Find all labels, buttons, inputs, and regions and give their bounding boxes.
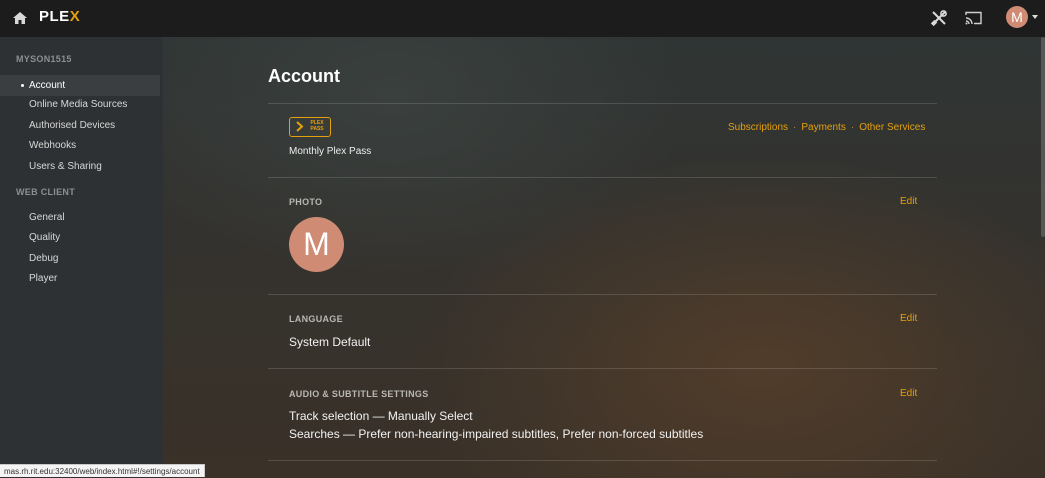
status-bar-url: mas.rh.rit.edu:32400/web/index.html#!/se… bbox=[0, 464, 205, 477]
sidebar-item-label: Quality bbox=[29, 232, 61, 243]
sidebar-item-general[interactable]: General bbox=[0, 207, 160, 228]
audio-subtitle-edit-button[interactable]: Edit bbox=[900, 388, 917, 399]
plex-pass-links: Subscriptions · Payments · Other Services bbox=[728, 122, 925, 133]
sidebar-item-users-sharing[interactable]: Users & Sharing bbox=[0, 156, 160, 177]
audio-subtitle-label: AUDIO & SUBTITLE SETTINGS bbox=[289, 389, 429, 399]
sidebar-item-label: Account bbox=[29, 80, 66, 91]
account-settings-panel: Account PLEX PASS Monthly Plex Pass Subs… bbox=[163, 37, 1045, 478]
divider bbox=[268, 460, 937, 461]
other-services-link[interactable]: Other Services bbox=[859, 122, 925, 133]
photo-label: PHOTO bbox=[289, 197, 323, 207]
settings-sidebar: MYSON1515 Account Online Media Sources A… bbox=[0, 37, 163, 478]
plex-pass-badge-text: PLEX PASS bbox=[310, 120, 324, 132]
link-separator: · bbox=[793, 122, 797, 133]
chevron-down-icon bbox=[1032, 15, 1038, 19]
subscriptions-link[interactable]: Subscriptions bbox=[728, 122, 788, 133]
photo-edit-button[interactable]: Edit bbox=[900, 196, 917, 207]
sidebar-item-webhooks[interactable]: Webhooks bbox=[0, 135, 160, 156]
language-label: LANGUAGE bbox=[289, 314, 343, 324]
cast-icon bbox=[965, 11, 982, 25]
profile-photo: M bbox=[289, 217, 344, 272]
sidebar-item-label: Debug bbox=[29, 253, 59, 264]
payments-link[interactable]: Payments bbox=[801, 122, 845, 133]
sidebar-item-label: Player bbox=[29, 273, 58, 284]
divider bbox=[268, 177, 937, 178]
chevron-right-icon bbox=[296, 121, 304, 132]
subtitle-search-value: Searches — Prefer non-hearing-impaired s… bbox=[289, 427, 704, 441]
sidebar-item-account[interactable]: Account bbox=[0, 75, 160, 96]
scrollbar[interactable] bbox=[1041, 37, 1045, 237]
language-value: System Default bbox=[289, 335, 371, 349]
sidebar-item-online-media-sources[interactable]: Online Media Sources bbox=[0, 94, 160, 115]
track-selection-value: Track selection — Manually Select bbox=[289, 409, 473, 423]
cast-button[interactable] bbox=[964, 9, 983, 27]
tools-icon bbox=[930, 10, 947, 27]
settings-tools-button[interactable] bbox=[929, 8, 949, 28]
home-icon bbox=[13, 12, 27, 24]
plex-logo[interactable]: PLEX bbox=[39, 8, 80, 25]
avatar: M bbox=[1006, 6, 1028, 28]
sidebar-item-authorised-devices[interactable]: Authorised Devices bbox=[0, 115, 160, 136]
sidebar-item-debug[interactable]: Debug bbox=[0, 248, 160, 269]
sidebar-item-label: Authorised Devices bbox=[29, 120, 116, 131]
sidebar-item-player[interactable]: Player bbox=[0, 268, 160, 289]
language-edit-button[interactable]: Edit bbox=[900, 313, 917, 324]
sidebar-item-label: General bbox=[29, 212, 65, 223]
top-bar: PLEX M bbox=[0, 0, 1045, 37]
sidebar-heading-account: MYSON1515 bbox=[16, 54, 72, 64]
plex-pass-badge: PLEX PASS bbox=[289, 117, 331, 137]
sidebar-item-label: Online Media Sources bbox=[29, 99, 128, 110]
sidebar-item-quality[interactable]: Quality bbox=[0, 227, 160, 248]
user-menu-button[interactable]: M bbox=[1006, 6, 1040, 30]
divider bbox=[268, 294, 937, 295]
divider bbox=[268, 103, 937, 104]
page-title: Account bbox=[268, 66, 340, 86]
sidebar-item-label: Users & Sharing bbox=[29, 161, 102, 172]
divider bbox=[268, 368, 937, 369]
sidebar-item-label: Webhooks bbox=[29, 140, 77, 151]
home-button[interactable] bbox=[11, 9, 29, 27]
active-indicator bbox=[21, 84, 24, 87]
link-separator: · bbox=[850, 122, 855, 133]
sidebar-heading-web-client: WEB CLIENT bbox=[16, 187, 75, 197]
plan-name: Monthly Plex Pass bbox=[289, 146, 372, 157]
